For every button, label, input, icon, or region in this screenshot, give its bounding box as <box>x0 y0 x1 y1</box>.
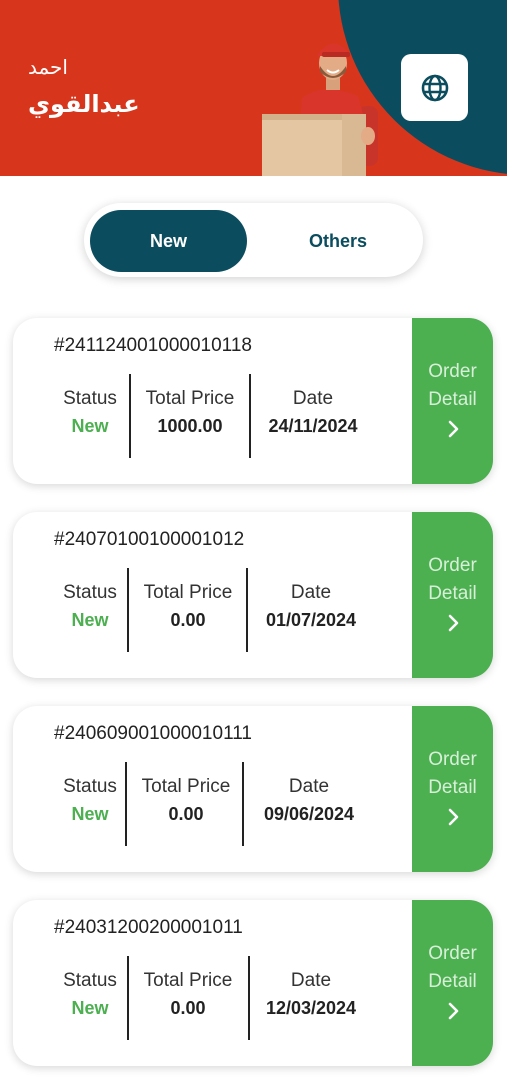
date-value: 12/03/2024 <box>265 998 357 1018</box>
status-label: Status <box>63 970 117 991</box>
order-detail-label-line2: Detail <box>428 971 477 992</box>
column-divider <box>129 374 131 458</box>
chevron-right-icon <box>448 1002 458 1020</box>
column-divider <box>248 956 250 1040</box>
total-price-column: Total Price 0.00 <box>129 776 243 825</box>
order-detail-label-line1: Order <box>428 749 477 770</box>
order-card: #24060900100001011​1 Status New Total Pr… <box>13 706 493 872</box>
order-number: #24112400100001011​8 <box>54 335 252 356</box>
date-column: Date 01/07/2024 <box>251 582 371 631</box>
total-price-label: Total Price <box>141 776 231 797</box>
order-detail-label-line2: Detail <box>428 583 477 604</box>
status-column: Status New <box>53 776 127 825</box>
total-price-value: 0.00 <box>170 998 206 1018</box>
globe-icon <box>421 74 448 101</box>
chevron-right-icon <box>448 808 458 826</box>
chevron-right-icon <box>448 614 458 632</box>
chevron-right-icon <box>448 420 458 438</box>
date-label: Date <box>290 582 332 603</box>
column-divider <box>125 762 127 846</box>
order-number: #24060900100001011​1 <box>54 723 252 744</box>
column-divider <box>249 374 251 458</box>
total-price-value: 0.00 <box>168 804 204 824</box>
header-banner: احمد عبدالقوي <box>0 0 507 176</box>
total-price-value: 0.00 <box>170 610 206 630</box>
date-value: 01/07/2024 <box>265 610 357 630</box>
status-column: Status New <box>53 388 127 437</box>
order-detail-button[interactable]: Order Detail <box>412 900 493 1066</box>
date-label: Date <box>288 776 330 797</box>
status-label: Status <box>63 776 117 797</box>
date-value: 09/06/2024 <box>263 804 355 824</box>
order-number: #24070100100001012 <box>54 529 245 550</box>
language-button[interactable] <box>401 54 468 121</box>
column-divider <box>127 956 129 1040</box>
tab-others[interactable]: Others <box>259 210 417 272</box>
status-value: New <box>71 610 109 630</box>
total-price-label: Total Price <box>143 582 233 603</box>
column-divider <box>242 762 244 846</box>
date-label: Date <box>292 388 334 409</box>
order-card: #24070100100001012 Status New Total Pric… <box>13 512 493 678</box>
order-number: #24031200200001011 <box>54 917 243 938</box>
total-price-column: Total Price 1000.00 <box>133 388 247 437</box>
date-column: Date 09/06/2024 <box>249 776 369 825</box>
status-column: Status New <box>53 582 127 631</box>
user-last-name: عبدالقوي <box>28 90 140 118</box>
order-card: #24112400100001011​8 Status New Total Pr… <box>13 318 493 484</box>
total-price-label: Total Price <box>143 970 233 991</box>
total-price-value: 1000.00 <box>157 416 223 436</box>
status-label: Status <box>63 388 117 409</box>
status-label: Status <box>63 582 117 603</box>
order-detail-button[interactable]: Order Detail <box>412 706 493 872</box>
order-detail-label-line1: Order <box>428 555 477 576</box>
user-first-name: احمد <box>28 55 68 79</box>
total-price-column: Total Price 0.00 <box>131 970 245 1019</box>
total-price-column: Total Price 0.00 <box>131 582 245 631</box>
order-detail-button[interactable]: Order Detail <box>412 318 493 484</box>
order-detail-label-line2: Detail <box>428 777 477 798</box>
column-divider <box>127 568 129 652</box>
total-price-label: Total Price <box>145 388 235 409</box>
order-card: #24031200200001011 Status New Total Pric… <box>13 900 493 1066</box>
status-value: New <box>71 998 109 1018</box>
delivery-person-illustration <box>262 43 378 176</box>
order-detail-label-line1: Order <box>428 361 477 382</box>
order-detail-button[interactable]: Order Detail <box>412 512 493 678</box>
status-column: Status New <box>53 970 127 1019</box>
date-column: Date 12/03/2024 <box>251 970 371 1019</box>
tab-new[interactable]: New <box>90 210 247 272</box>
order-detail-label-line2: Detail <box>428 389 477 410</box>
date-label: Date <box>290 970 332 991</box>
date-value: 24/11/2024 <box>268 416 358 436</box>
status-value: New <box>71 804 109 824</box>
status-value: New <box>71 416 109 436</box>
order-detail-label-line1: Order <box>428 943 477 964</box>
order-tabs: New Others <box>84 203 423 277</box>
date-column: Date 24/11/2024 <box>253 388 373 437</box>
column-divider <box>246 568 248 652</box>
